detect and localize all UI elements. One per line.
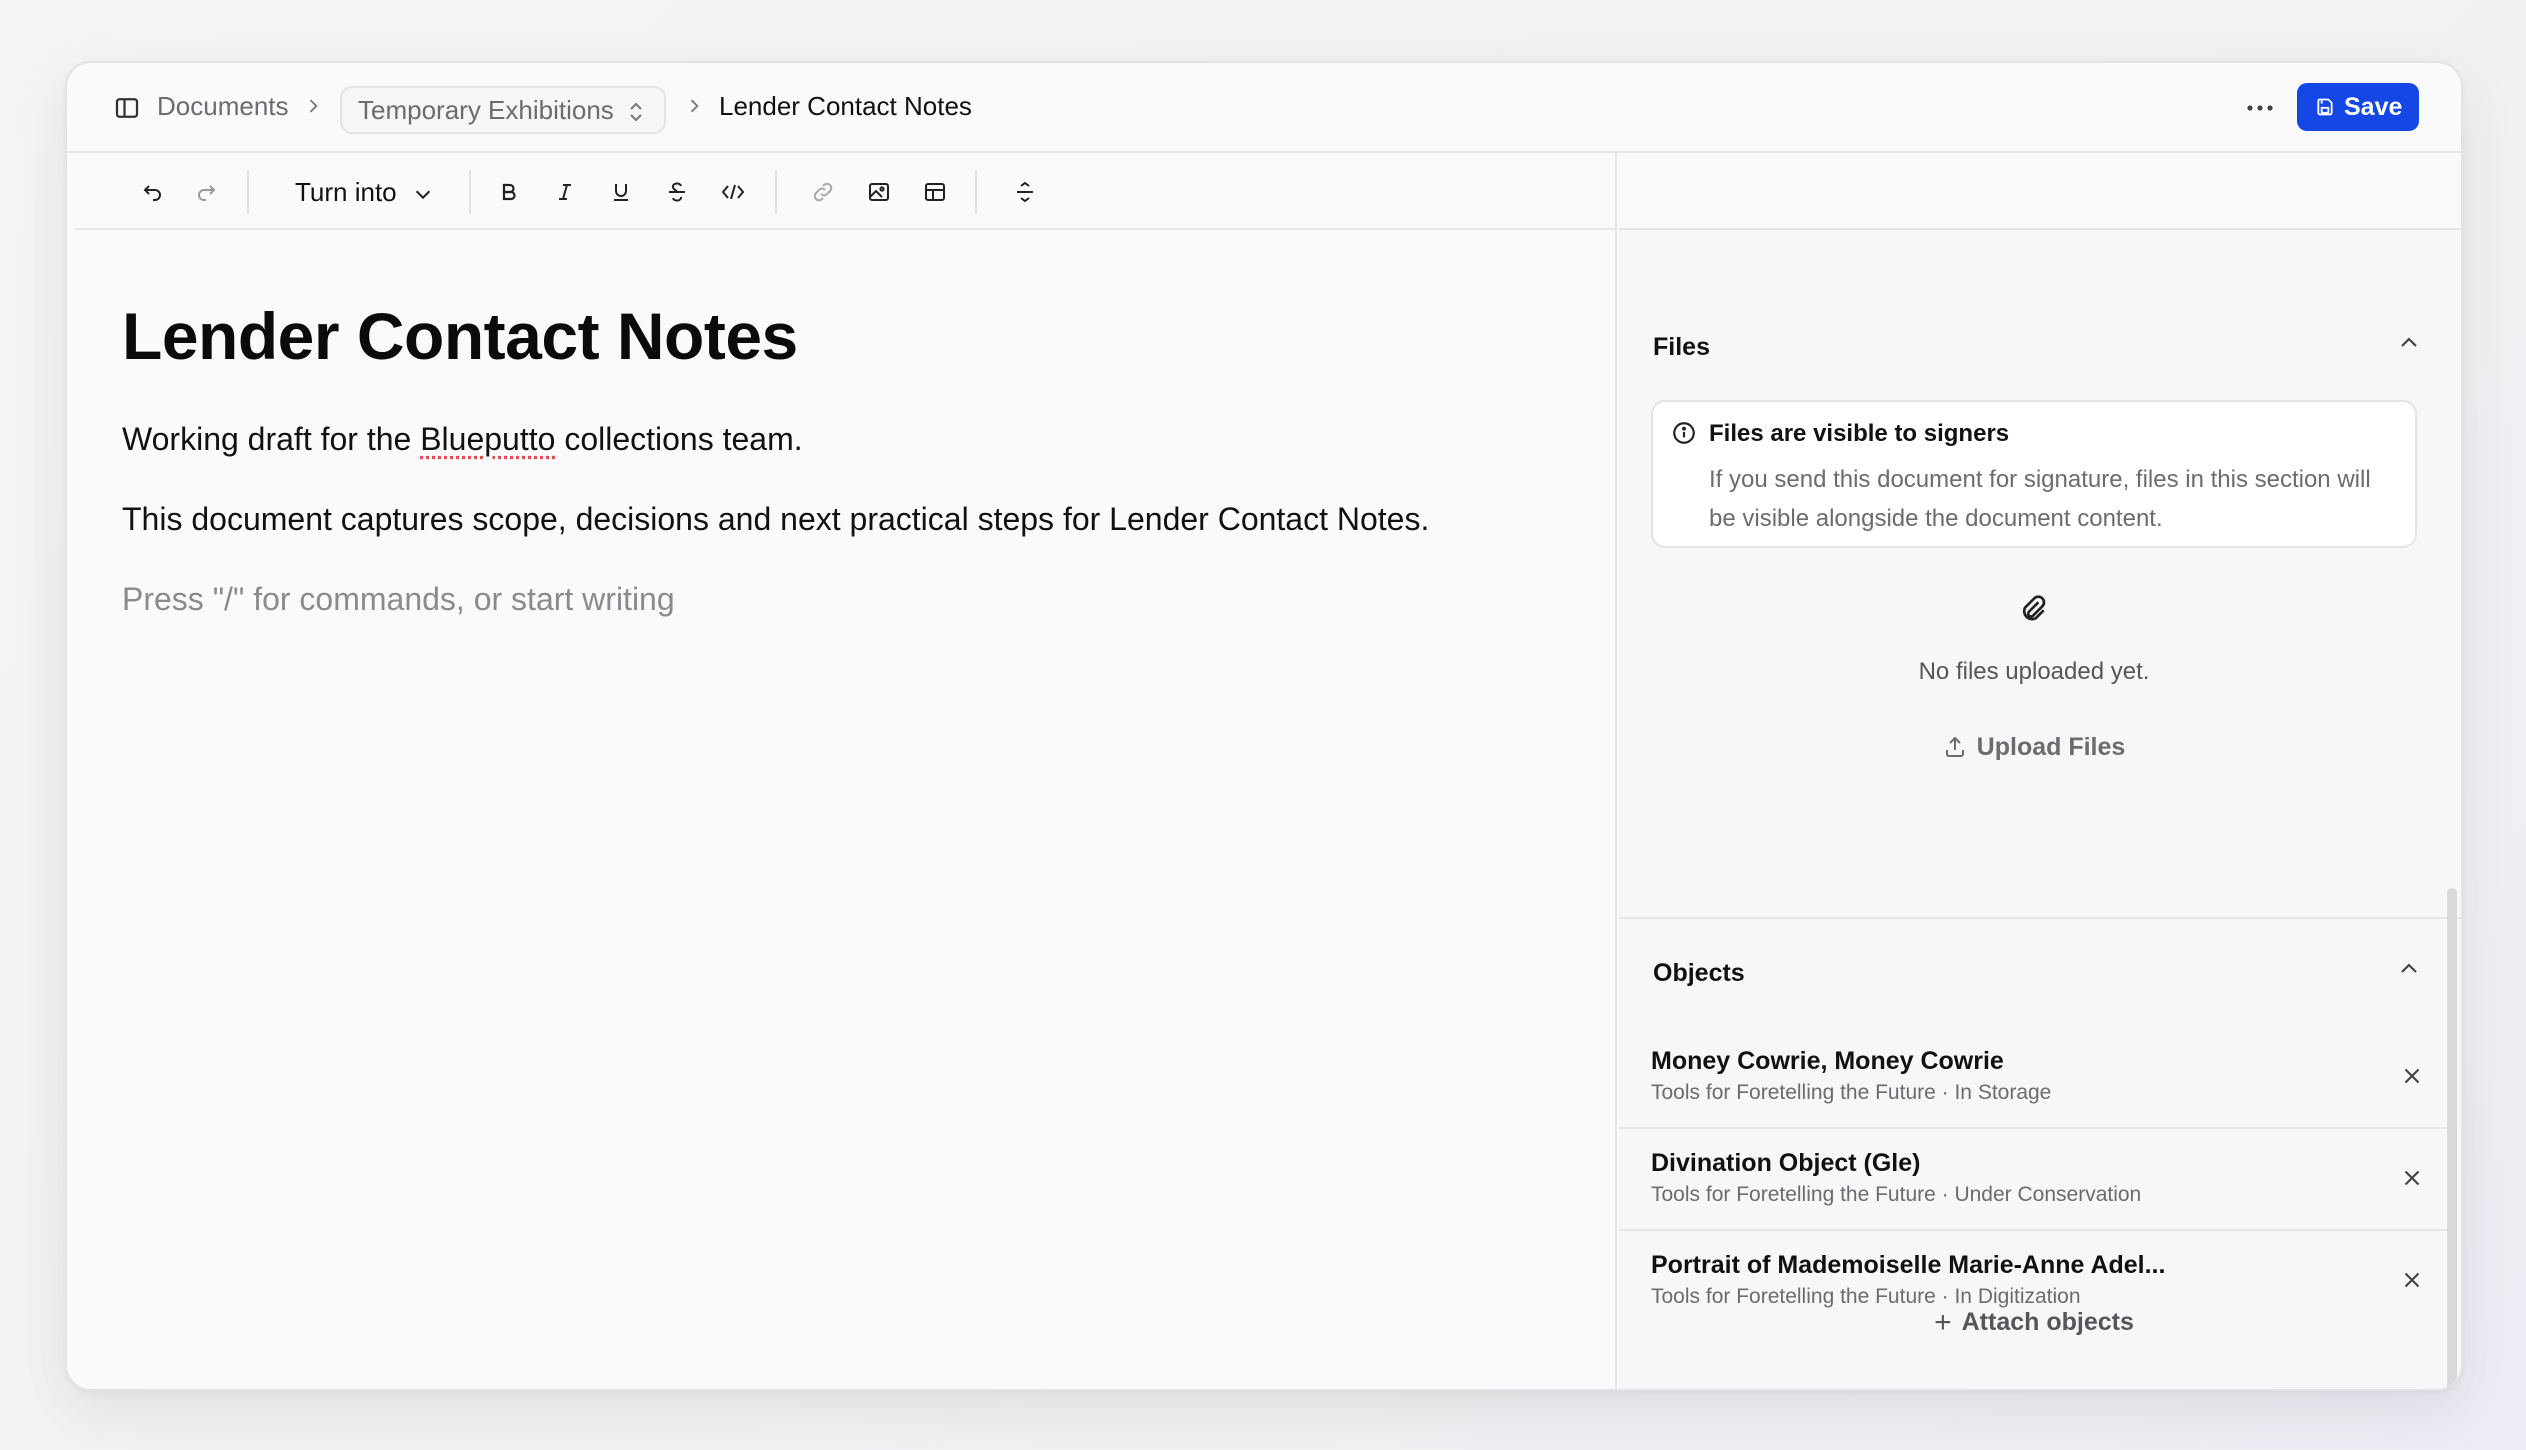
redo-icon[interactable] xyxy=(190,176,222,208)
toolbar-divider xyxy=(775,170,777,214)
object-meta: Tools for Foretelling the Future · Under… xyxy=(1651,1183,2142,1206)
chevron-right-icon xyxy=(303,96,323,116)
italic-icon[interactable] xyxy=(549,176,581,208)
plus-icon: + xyxy=(1934,1306,1952,1339)
object-name: Money Cowrie, Money Cowrie xyxy=(1651,1047,2004,1075)
objects-section-title: Objects xyxy=(1653,959,1745,987)
turn-into-dropdown[interactable]: Turn into xyxy=(295,177,397,208)
object-name: Divination Object (Gle) xyxy=(1651,1149,1921,1177)
app-window: Documents Temporary Exhibitions Lender C… xyxy=(65,61,2463,1391)
attach-objects-button[interactable]: + Attach objects xyxy=(1619,1306,2449,1340)
upload-files-button[interactable]: Upload Files xyxy=(1619,733,2449,762)
link-icon[interactable] xyxy=(807,176,839,208)
bold-icon[interactable] xyxy=(493,176,525,208)
remove-object-icon[interactable] xyxy=(2399,1165,2425,1191)
object-list-item[interactable]: Divination Object (Gle) Tools for Forete… xyxy=(1619,1129,2449,1231)
breadcrumb-folder-label: Temporary Exhibitions xyxy=(358,94,614,125)
chevron-up-icon[interactable] xyxy=(2397,331,2421,355)
paperclip-icon xyxy=(2017,593,2049,630)
upload-icon xyxy=(1945,736,1964,757)
no-files-text: No files uploaded yet. xyxy=(1918,658,2150,685)
panel-header xyxy=(1619,153,2461,230)
sidebar-toggle-icon[interactable] xyxy=(112,93,142,123)
image-icon[interactable] xyxy=(863,176,895,208)
toolbar-divider xyxy=(247,170,249,214)
chevron-right-icon xyxy=(684,96,704,116)
more-options-icon[interactable] xyxy=(2240,93,2280,123)
remove-object-icon[interactable] xyxy=(2399,1267,2425,1293)
table-icon[interactable] xyxy=(919,176,951,208)
document-paragraph[interactable]: This document captures scope, decisions … xyxy=(122,501,1429,538)
notice-title: Files are visible to signers xyxy=(1709,420,2010,447)
misspelled-word[interactable]: Blueputto xyxy=(420,421,555,457)
editor-toolbar: Turn into xyxy=(75,153,1615,230)
remove-object-icon[interactable] xyxy=(2399,1063,2425,1089)
section-divider xyxy=(1619,917,2461,919)
upload-files-label: Upload Files xyxy=(1976,733,2126,761)
attach-objects-label: Attach objects xyxy=(1961,1308,2134,1336)
paragraph-text: Working draft for the xyxy=(122,421,421,457)
chevron-down-icon[interactable] xyxy=(412,183,434,210)
divider-icon[interactable] xyxy=(1009,176,1041,208)
save-button-label: Save xyxy=(2344,92,2403,121)
notice-text: If you send this document for signature,… xyxy=(1709,466,2371,532)
document-title[interactable]: Lender Contact Notes xyxy=(122,298,798,374)
toolbar-divider xyxy=(469,170,471,214)
editor-placeholder[interactable]: Press "/" for commands, or start writing xyxy=(122,581,675,618)
paragraph-text: collections team. xyxy=(555,421,803,457)
undo-icon[interactable] xyxy=(137,176,169,208)
breadcrumb-current: Lender Contact Notes xyxy=(719,91,972,121)
code-icon[interactable] xyxy=(717,176,749,208)
save-button[interactable]: Save xyxy=(2297,83,2419,131)
strikethrough-icon[interactable] xyxy=(661,176,693,208)
breadcrumb-folder-select[interactable]: Temporary Exhibitions xyxy=(340,86,666,134)
files-visibility-notice: Files are visible to signers If you send… xyxy=(1651,400,2417,548)
toolbar-divider xyxy=(975,170,977,214)
object-list-item[interactable]: Money Cowrie, Money Cowrie Tools for For… xyxy=(1619,1027,2449,1129)
side-panel: Files Files are visible to signers If yo… xyxy=(1619,153,2461,1389)
document-paragraph[interactable]: Working draft for the Blueputto collecti… xyxy=(122,421,803,458)
panel-scrollbar[interactable] xyxy=(2447,888,2457,1389)
object-meta: Tools for Foretelling the Future · In St… xyxy=(1651,1081,2052,1104)
editor-pane: Turn into Lender Contact Notes Working d… xyxy=(67,153,1617,1389)
object-name: Portrait of Mademoiselle Marie-Anne Adel… xyxy=(1651,1251,2166,1279)
save-icon xyxy=(2317,98,2333,116)
underline-icon[interactable] xyxy=(605,176,637,208)
top-bar: Documents Temporary Exhibitions Lender C… xyxy=(67,63,2461,153)
files-section-title: Files xyxy=(1653,333,1710,361)
breadcrumb-documents[interactable]: Documents xyxy=(157,91,289,122)
info-icon xyxy=(1671,420,1697,451)
chevron-up-down-icon xyxy=(626,100,646,124)
chevron-up-icon[interactable] xyxy=(2397,957,2421,981)
